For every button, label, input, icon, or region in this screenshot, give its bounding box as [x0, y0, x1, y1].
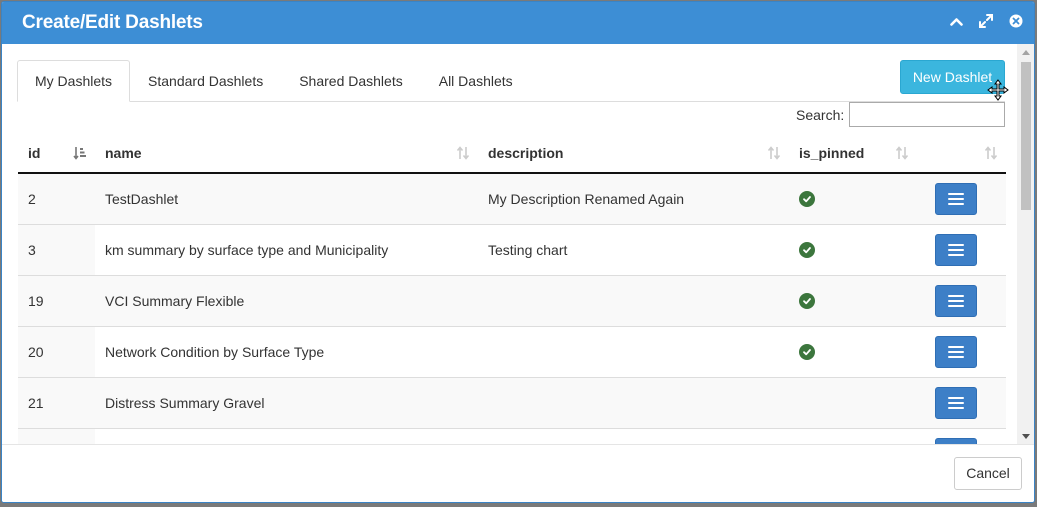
- tab-my-dashlets[interactable]: My Dashlets: [17, 60, 131, 102]
- cell-name: [95, 427, 478, 444]
- check-circle-icon: [799, 292, 815, 309]
- sort-icon: [895, 146, 909, 163]
- cell-actions: [917, 376, 1006, 428]
- dashlets-table: id name description is_pinned 2 TestDash…: [18, 133, 1006, 444]
- dashlet-tabs: My Dashlets Standard Dashlets Shared Das…: [17, 60, 1005, 102]
- cell-actions: [917, 172, 1006, 224]
- tab-all-dashlets[interactable]: All Dashlets: [421, 60, 531, 102]
- cell-id: 19: [18, 274, 95, 326]
- bars-icon: [948, 190, 964, 208]
- row-menu-button[interactable]: [935, 284, 977, 317]
- header-controls: [948, 13, 1024, 29]
- table-header-row: id name description is_pinned: [18, 133, 1006, 174]
- bars-icon: [948, 343, 964, 361]
- move-cursor-icon: [987, 79, 1009, 101]
- cell-name: Distress Summary Gravel: [95, 376, 478, 428]
- cell-id: [18, 427, 95, 444]
- check-circle-icon: [799, 343, 815, 360]
- cell-name: km summary by surface type and Municipal…: [95, 223, 478, 275]
- search-label: Search:: [796, 107, 845, 123]
- scrollbar-thumb[interactable]: [1021, 62, 1031, 210]
- tab-standard-dashlets[interactable]: Standard Dashlets: [130, 60, 281, 102]
- column-label: name: [105, 144, 142, 161]
- cell-description: [478, 427, 789, 444]
- cell-id: 2: [18, 172, 95, 224]
- sort-icon: [984, 146, 998, 163]
- column-header-description[interactable]: description: [478, 133, 789, 174]
- dialog-scrollbar[interactable]: [1017, 44, 1034, 444]
- bars-icon: [948, 292, 964, 310]
- row-menu-button[interactable]: [935, 386, 977, 419]
- table-row: 20 Network Condition by Surface Type: [18, 325, 1006, 377]
- tab-shared-dashlets[interactable]: Shared Dashlets: [281, 60, 421, 102]
- cell-is-pinned: [789, 172, 917, 224]
- cell-actions: [917, 427, 1006, 444]
- table-row: 19 VCI Summary Flexible: [18, 274, 1006, 326]
- cell-description: [478, 325, 789, 377]
- cell-is-pinned: [789, 274, 917, 326]
- cell-description: [478, 376, 789, 428]
- cell-actions: [917, 223, 1006, 275]
- table-row: 3 km summary by surface type and Municip…: [18, 223, 1006, 275]
- column-label: description: [488, 144, 564, 161]
- cell-actions: [917, 325, 1006, 377]
- expand-icon[interactable]: [978, 13, 994, 29]
- cancel-button[interactable]: Cancel: [954, 457, 1022, 490]
- cell-is-pinned: [789, 376, 917, 428]
- dialog-title: Create/Edit Dashlets: [22, 12, 203, 33]
- column-header-actions[interactable]: [917, 133, 1006, 174]
- check-circle-icon: [799, 241, 815, 258]
- table-row: 21 Distress Summary Gravel: [18, 376, 1006, 428]
- cell-name: Network Condition by Surface Type: [95, 325, 478, 377]
- column-header-is-pinned[interactable]: is_pinned: [789, 133, 917, 174]
- cell-is-pinned: [789, 223, 917, 275]
- cell-description: Testing chart: [478, 223, 789, 275]
- chevron-up-icon[interactable]: [948, 13, 964, 29]
- cell-name: TestDashlet: [95, 172, 478, 224]
- cell-is-pinned: [789, 427, 917, 444]
- sort-amount-asc-icon: [73, 146, 87, 163]
- dialog-header: Create/Edit Dashlets: [2, 2, 1034, 44]
- cell-id: 20: [18, 325, 95, 377]
- row-menu-button[interactable]: [935, 335, 977, 368]
- cell-id: 21: [18, 376, 95, 428]
- cell-id: 3: [18, 223, 95, 275]
- table-row: [18, 427, 1006, 444]
- search-input[interactable]: [849, 102, 1005, 127]
- check-circle-icon: [799, 190, 815, 207]
- bars-icon: [948, 241, 964, 259]
- row-menu-button[interactable]: [935, 233, 977, 266]
- bars-icon: [948, 394, 964, 412]
- cell-description: [478, 274, 789, 326]
- column-header-id[interactable]: id: [18, 133, 95, 174]
- dialog-footer: Cancel: [2, 444, 1034, 502]
- close-circle-icon[interactable]: [1008, 13, 1024, 29]
- cell-name: VCI Summary Flexible: [95, 274, 478, 326]
- table-row: 2 TestDashlet My Description Renamed Aga…: [18, 172, 1006, 224]
- cell-description: My Description Renamed Again: [478, 172, 789, 224]
- row-menu-button[interactable]: [935, 182, 977, 215]
- column-label: id: [28, 144, 41, 161]
- cell-is-pinned: [789, 325, 917, 377]
- cell-actions: [917, 274, 1006, 326]
- column-header-name[interactable]: name: [95, 133, 478, 174]
- sort-icon: [767, 146, 781, 163]
- dashlets-dialog: Create/Edit Dashlets My Dashlets Standar…: [1, 1, 1035, 503]
- scroll-up-icon[interactable]: [1022, 50, 1030, 55]
- sort-icon: [456, 146, 470, 163]
- column-label: is_pinned: [799, 144, 865, 161]
- scroll-down-icon[interactable]: [1022, 434, 1030, 439]
- dialog-body: My Dashlets Standard Dashlets Shared Das…: [2, 44, 1019, 444]
